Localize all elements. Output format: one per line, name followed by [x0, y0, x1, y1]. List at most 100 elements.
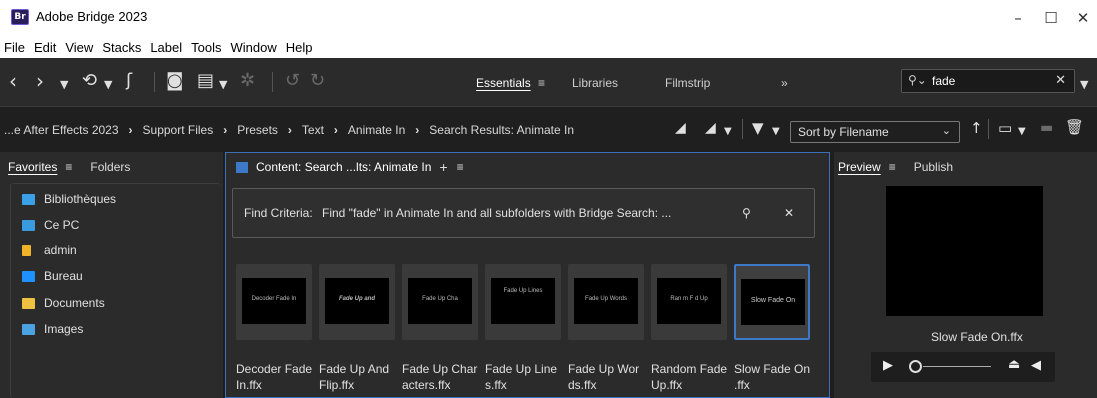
menu-label[interactable]: Label	[150, 40, 182, 55]
panel-menu-icon[interactable]: ≡	[457, 160, 464, 174]
thumbnail-fade-up-characters[interactable]: Fade Up Cha	[402, 264, 478, 340]
search-input[interactable]	[932, 73, 1042, 89]
find-criteria-bar: Find Criteria: Find "fade" in Animate In…	[232, 188, 815, 238]
favorite-bureau[interactable]: Bureau	[22, 267, 83, 285]
menu-stacks[interactable]: Stacks	[102, 40, 141, 55]
media-player: ▶ ⏏ ◀	[871, 352, 1055, 382]
thumbnail-fade-up-words[interactable]: Fade Up Words	[568, 264, 644, 340]
trash-icon[interactable]: 🗑	[1065, 117, 1084, 137]
desktop-icon	[22, 270, 35, 282]
sort-ascending-icon[interactable]: ↑	[970, 118, 983, 138]
favorite-bibliotheques[interactable]: Bibliothèques	[22, 190, 116, 208]
loop-icon[interactable]: ⏏	[1008, 357, 1020, 372]
thumbnail-decoder-fade-in[interactable]: Decoder Fade In	[236, 264, 312, 340]
rotate-right-icon: ↻	[310, 70, 326, 91]
breadcrumb-item[interactable]: ...e After Effects 2023	[4, 123, 119, 137]
preview-image	[886, 186, 1043, 316]
toolbar-divider	[988, 119, 989, 139]
quality-icon[interactable]: ◢	[675, 118, 686, 138]
file-caption[interactable]: Decoder Fade In.ffx	[236, 361, 316, 393]
thumbnail-image: Ran m F d Up	[657, 278, 721, 324]
favorite-images[interactable]: Images	[22, 320, 83, 338]
breadcrumb-item[interactable]: Animate In	[348, 123, 405, 137]
file-caption[interactable]: Fade Up And Flip.ffx	[319, 361, 399, 393]
thumbnail-random-fade-up[interactable]: Ran m F d Up	[651, 264, 727, 340]
search-icon[interactable]: ⚲	[742, 206, 751, 220]
menu-edit[interactable]: Edit	[34, 40, 56, 55]
close-criteria-icon[interactable]: ✕	[784, 206, 794, 220]
favorite-label: Documents	[44, 296, 105, 310]
favorite-label: Images	[44, 322, 84, 336]
menu-file[interactable]: File	[4, 40, 25, 55]
favorite-label: Bibliothèques	[44, 192, 117, 206]
toolbar: ‹ › ▼ ⟲ ▼ ʃ ◙ ▤ ▼ ✲ ↺ ↻ Essentials ≡ Lib…	[0, 58, 1097, 106]
workspace-menu-icon[interactable]: ≡	[538, 76, 545, 90]
favorite-admin[interactable]: admin	[22, 241, 77, 259]
breadcrumb: ...e After Effects 2023 › Support Files …	[4, 123, 574, 137]
file-caption[interactable]: Fade Up Char acters.ffx	[402, 361, 482, 393]
boomerang-icon[interactable]: ʃ	[126, 71, 132, 91]
recent-history-icon[interactable]: ⟲	[82, 71, 97, 91]
back-icon[interactable]: ‹	[9, 71, 17, 91]
thumbnail-fade-up-and-flip[interactable]: Fade Up and	[319, 264, 395, 340]
chevron-down-icon[interactable]: ▼	[772, 122, 780, 142]
sort-dropdown[interactable]: Sort by Filename ⌄	[790, 121, 960, 143]
content-panel-header: Content: Search ...lts: Animate In + ≡	[236, 152, 464, 182]
thumbnail-slow-fade-on[interactable]: Slow Fade On	[734, 264, 810, 340]
play-icon[interactable]: ▶	[883, 358, 893, 373]
tab-libraries[interactable]: Libraries	[572, 76, 618, 90]
clear-search-icon[interactable]: ✕	[1055, 73, 1066, 88]
rating-filter-icon[interactable]: ◢	[705, 118, 716, 138]
add-tab-button[interactable]: +	[439, 159, 447, 175]
search-box[interactable]: ⚲⌄ ✕	[901, 69, 1075, 93]
favorite-ce-pc[interactable]: Ce PC	[22, 216, 79, 234]
bridge-logo-icon: Br	[11, 9, 29, 25]
new-folder-icon[interactable]: ▭	[998, 118, 1012, 138]
panel-menu-icon[interactable]: ≡	[889, 160, 896, 174]
favorite-label: admin	[44, 243, 77, 257]
file-caption[interactable]: Random Fade Up.ffx	[651, 361, 731, 393]
menu-window[interactable]: Window	[231, 40, 277, 55]
tab-publish[interactable]: Publish	[914, 160, 953, 174]
chevron-right-icon: ›	[415, 123, 420, 137]
maximize-button[interactable]: ☐	[1041, 8, 1061, 28]
thumbnail-fade-up-lines[interactable]: Fade Up Lines	[485, 264, 561, 340]
menu-tools[interactable]: Tools	[191, 40, 221, 55]
tab-favorites[interactable]: Favorites	[8, 160, 57, 174]
favorite-documents[interactable]: Documents	[22, 294, 105, 312]
file-caption[interactable]: Fade Up Line s.ffx	[485, 361, 565, 393]
file-caption[interactable]: Fade Up Wor ds.ffx	[568, 361, 648, 393]
forward-icon[interactable]: ›	[36, 71, 44, 91]
tab-folders[interactable]: Folders	[90, 160, 130, 174]
chevron-down-icon[interactable]: ▼	[104, 75, 112, 95]
menu-view[interactable]: View	[65, 40, 93, 55]
chevron-down-icon[interactable]: ▼	[1018, 122, 1026, 142]
filter-icon[interactable]: ▼	[752, 118, 764, 138]
camera-download-icon[interactable]: ◙	[166, 71, 183, 91]
breadcrumb-item[interactable]: Support Files	[143, 123, 214, 137]
scrubber-handle[interactable]	[909, 360, 922, 373]
libraries-icon	[22, 193, 35, 205]
path-bar: ...e After Effects 2023 › Support Files …	[0, 106, 1097, 152]
scrubber-track[interactable]	[923, 366, 991, 367]
tab-essentials[interactable]: Essentials	[476, 76, 531, 90]
search-options-chevron-icon[interactable]: ▼	[1080, 75, 1088, 95]
volume-icon[interactable]: ◀	[1031, 358, 1041, 373]
panel-menu-icon[interactable]: ≡	[65, 160, 72, 174]
breadcrumb-item[interactable]: Text	[302, 123, 324, 137]
chevron-down-icon[interactable]: ▼	[724, 122, 732, 142]
chevron-down-icon[interactable]: ▼	[60, 75, 68, 95]
file-caption[interactable]: Slow Fade On .ffx	[734, 361, 814, 393]
chevron-down-icon[interactable]: ▼	[219, 75, 227, 95]
breadcrumb-item-current[interactable]: Search Results: Animate In	[429, 123, 574, 137]
tab-filmstrip[interactable]: Filmstrip	[665, 76, 710, 90]
chevron-down-icon: ⌄	[941, 124, 951, 137]
tab-preview[interactable]: Preview	[838, 160, 881, 174]
minimize-button[interactable]: –	[1008, 8, 1028, 28]
breadcrumb-item[interactable]: Presets	[237, 123, 278, 137]
more-workspaces-button[interactable]: »	[781, 76, 788, 90]
menu-help[interactable]: Help	[286, 40, 313, 55]
close-window-button[interactable]: ✕	[1073, 8, 1093, 28]
rotate-icon: ✲	[240, 70, 256, 91]
refine-icon[interactable]: ▤	[197, 71, 214, 91]
